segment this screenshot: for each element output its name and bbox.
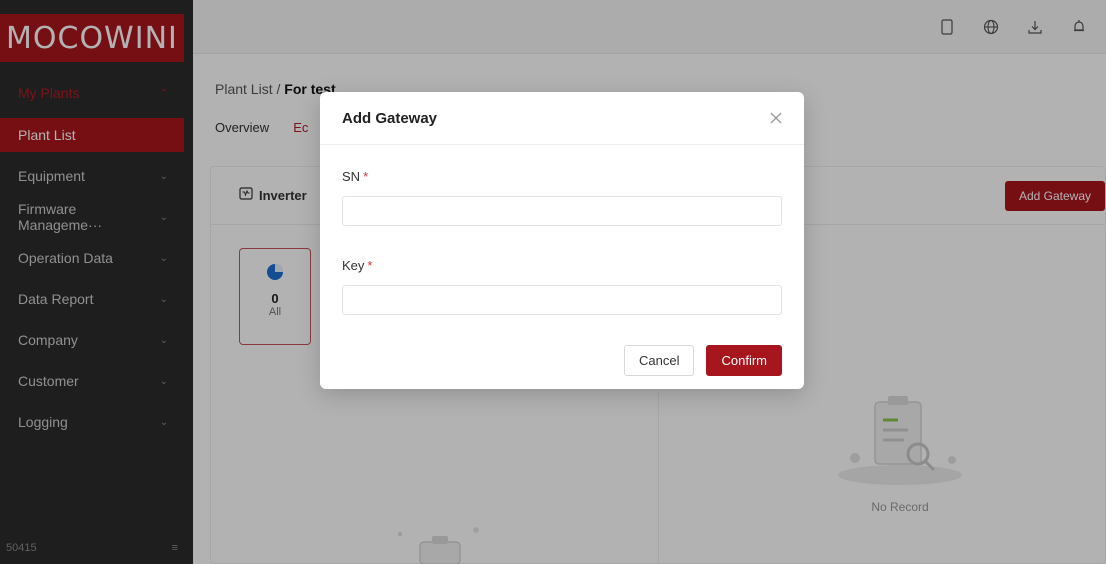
add-gateway-dialog: Add Gateway SN * Key * Cancel Confirm (320, 92, 804, 389)
key-input[interactable] (342, 285, 782, 315)
cancel-button[interactable]: Cancel (624, 345, 695, 376)
sn-input[interactable] (342, 196, 782, 226)
close-icon[interactable] (768, 110, 784, 126)
sn-label: SN * (342, 169, 368, 184)
required-mark: * (363, 169, 369, 184)
dialog-header: Add Gateway (320, 92, 804, 145)
dialog-buttons: Cancel Confirm (624, 345, 782, 376)
confirm-button[interactable]: Confirm (706, 345, 782, 376)
dialog-title: Add Gateway (342, 109, 438, 127)
key-label-text: Key (342, 258, 365, 273)
key-label: Key * (342, 258, 372, 273)
required-mark: * (367, 258, 373, 273)
sn-label-text: SN (342, 169, 361, 184)
